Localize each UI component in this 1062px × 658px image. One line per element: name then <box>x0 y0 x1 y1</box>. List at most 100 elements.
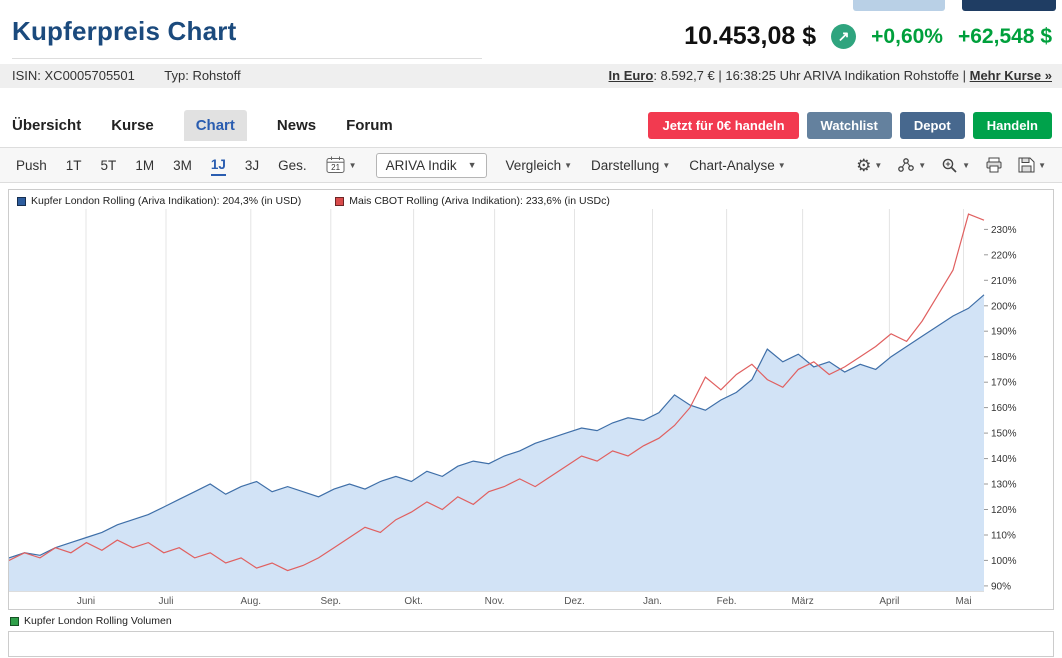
indicators-menu[interactable]: ▼ <box>897 157 926 173</box>
range-ges[interactable]: Ges. <box>278 156 307 175</box>
volume-legend-label: Kupfer London Rolling Volumen <box>24 615 172 627</box>
change-percent: +0,60% <box>871 25 943 49</box>
legend-item-kupfer: Kupfer London Rolling (Ariva Indikation)… <box>17 195 301 207</box>
meta-bar: ISIN: XC0005705501 Typ: Rohstoff In Euro… <box>0 64 1062 88</box>
watchlist-button[interactable]: Watchlist <box>807 112 892 139</box>
svg-text:Juli: Juli <box>158 596 173 607</box>
depot-button[interactable]: Depot <box>900 112 965 139</box>
tab-forum[interactable]: Forum <box>346 110 393 141</box>
tab-news[interactable]: News <box>277 110 316 141</box>
volume-chart-panel[interactable] <box>8 631 1054 657</box>
svg-text:21: 21 <box>331 163 340 172</box>
chevron-down-icon: ▼ <box>874 161 882 170</box>
tab-chart[interactable]: Chart <box>184 110 247 141</box>
push-toggle[interactable]: Push <box>16 156 47 175</box>
indicators-icon <box>897 157 915 173</box>
price-chart[interactable]: JuniJuliAug.Sep.Okt.Nov.Dez.Jan.Feb.März… <box>9 209 1051 609</box>
svg-text:220%: 220% <box>991 250 1017 261</box>
quote-block: 10.453,08 $ ↗ +0,60% +62,548 $ <box>684 22 1052 59</box>
main-chart-panel: Kupfer London Rolling (Ariva Indikation)… <box>8 189 1054 610</box>
svg-text:Mai: Mai <box>955 596 971 607</box>
gear-icon: ⚙ <box>856 157 871 174</box>
svg-text:April: April <box>879 596 899 607</box>
svg-text:90%: 90% <box>991 581 1011 592</box>
chart-analyse-menu-label: Chart-Analyse <box>689 158 775 173</box>
svg-text:170%: 170% <box>991 378 1017 389</box>
in-euro-value: : 8.592,7 € | 16:38:25 Uhr ARIVA Indikat… <box>653 68 969 83</box>
range-1j[interactable]: 1J <box>211 155 226 176</box>
printer-icon <box>985 157 1003 173</box>
volume-legend: Kupfer London Rolling Volumen <box>0 610 1062 629</box>
svg-text:110%: 110% <box>991 531 1016 542</box>
svg-text:230%: 230% <box>991 225 1017 236</box>
mais-swatch-icon <box>335 197 344 206</box>
range-1t[interactable]: 1T <box>66 156 82 175</box>
toolbar-icon-group: ⚙ ▼ ▼ ▼ <box>856 157 1046 174</box>
instrument-select[interactable]: ARIVA Indik ▼ <box>376 153 487 178</box>
more-quotes-link[interactable]: Mehr Kurse » <box>970 68 1052 83</box>
settings-menu[interactable]: ⚙ ▼ <box>856 157 882 174</box>
chevron-down-icon: ▼ <box>962 161 970 170</box>
change-absolute: +62,548 $ <box>958 25 1052 49</box>
type-label: Typ: Rohstoff <box>164 68 240 83</box>
chart-toolbar: Push 1T 5T 1M 3M 1J 3J Ges. 21 ▼ ARIVA I… <box>0 147 1062 183</box>
instrument-select-value: ARIVA Indik <box>386 158 457 173</box>
svg-text:Sep.: Sep. <box>321 596 342 607</box>
zoom-menu[interactable]: ▼ <box>941 157 970 174</box>
calendar-icon: 21 <box>326 156 346 174</box>
svg-text:210%: 210% <box>991 276 1017 287</box>
svg-text:Feb.: Feb. <box>717 596 737 607</box>
svg-text:140%: 140% <box>991 454 1017 465</box>
isin-label: ISIN: XC0005705501 <box>12 68 135 83</box>
trade-free-button[interactable]: Jetzt für 0€ handeln <box>648 112 798 139</box>
svg-text:160%: 160% <box>991 403 1017 414</box>
svg-text:März: März <box>791 596 813 607</box>
chevron-down-icon: ▼ <box>564 161 572 170</box>
chevron-down-icon: ▼ <box>349 161 357 170</box>
volume-swatch-icon <box>10 617 19 626</box>
page: Kupferpreis Chart 10.453,08 $ ↗ +0,60% +… <box>0 0 1062 658</box>
action-buttons: Jetzt für 0€ handeln Watchlist Depot Han… <box>648 112 1052 139</box>
range-3j[interactable]: 3J <box>245 156 259 175</box>
chart-legend: Kupfer London Rolling (Ariva Indikation)… <box>9 190 1053 208</box>
save-menu[interactable]: ▼ <box>1018 157 1046 173</box>
range-1m[interactable]: 1M <box>135 156 154 175</box>
last-price: 10.453,08 $ <box>684 22 816 51</box>
svg-text:150%: 150% <box>991 429 1017 440</box>
vergleich-menu[interactable]: Vergleich ▼ <box>506 158 572 173</box>
header-cutoff-button-light[interactable] <box>853 0 945 11</box>
svg-text:Juni: Juni <box>77 596 95 607</box>
svg-text:200%: 200% <box>991 301 1017 312</box>
svg-text:190%: 190% <box>991 327 1017 338</box>
page-title: Kupferpreis Chart <box>12 16 482 47</box>
chart-analyse-menu[interactable]: Chart-Analyse ▼ <box>689 158 785 173</box>
svg-text:Nov.: Nov. <box>485 596 505 607</box>
legend-item-mais: Mais CBOT Rolling (Ariva Indikation): 23… <box>335 195 610 207</box>
range-5t[interactable]: 5T <box>101 156 117 175</box>
save-icon <box>1018 157 1035 173</box>
tab-uebersicht[interactable]: Übersicht <box>12 110 81 141</box>
svg-text:Okt.: Okt. <box>404 596 422 607</box>
darstellung-menu-label: Darstellung <box>591 158 659 173</box>
darstellung-menu[interactable]: Darstellung ▼ <box>591 158 670 173</box>
in-euro-link[interactable]: In Euro <box>609 68 654 83</box>
svg-text:120%: 120% <box>991 505 1017 516</box>
zoom-in-icon <box>941 157 959 174</box>
date-picker[interactable]: 21 ▼ <box>326 156 357 174</box>
range-3m[interactable]: 3M <box>173 156 192 175</box>
header-cutoff-button-dark[interactable] <box>962 0 1056 11</box>
legend-mais-label: Mais CBOT Rolling (Ariva Indikation): 23… <box>349 195 610 207</box>
title-block: Kupferpreis Chart <box>12 16 482 59</box>
vergleich-menu-label: Vergleich <box>506 158 562 173</box>
chevron-down-icon: ▼ <box>918 161 926 170</box>
arrow-up-right-icon[interactable]: ↗ <box>831 24 856 49</box>
svg-text:Jan.: Jan. <box>643 596 662 607</box>
nav-row: Übersicht Kurse Chart News Forum Jetzt f… <box>0 110 1062 147</box>
chevron-down-icon: ▼ <box>662 161 670 170</box>
svg-text:130%: 130% <box>991 480 1017 491</box>
tab-kurse[interactable]: Kurse <box>111 110 154 141</box>
print-button[interactable] <box>985 157 1003 173</box>
chevron-down-icon: ▼ <box>468 160 477 170</box>
handeln-button[interactable]: Handeln <box>973 112 1052 139</box>
tabs: Übersicht Kurse Chart News Forum <box>12 110 393 141</box>
